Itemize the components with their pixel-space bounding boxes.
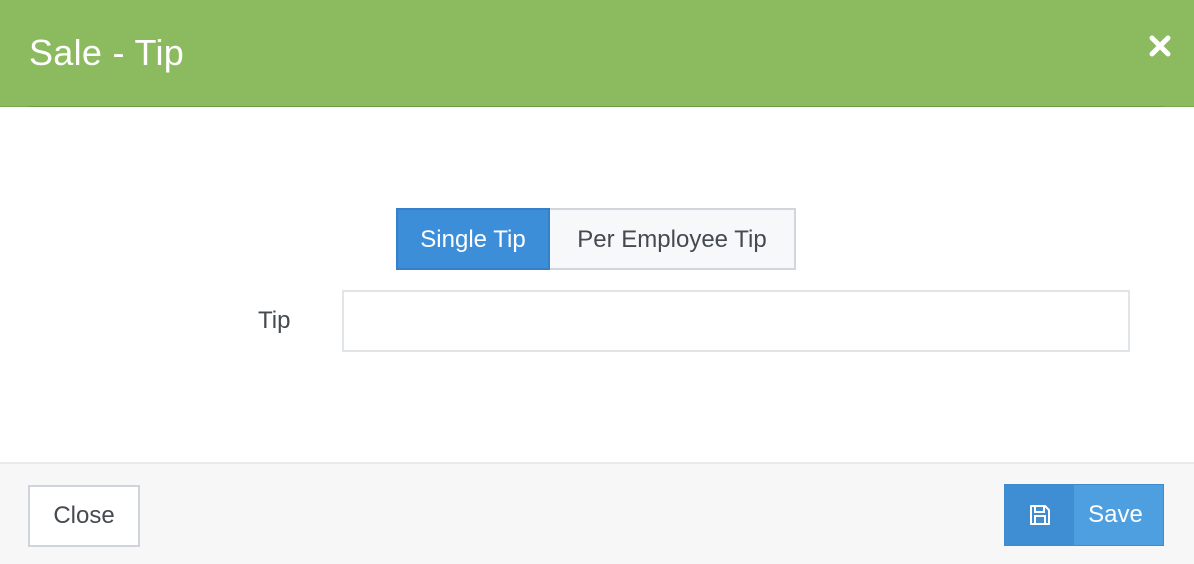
modal-title: Sale - Tip	[29, 32, 185, 73]
tip-mode-toggle: Single Tip Per Employee Tip	[396, 208, 796, 270]
single-tip-button[interactable]: Single Tip	[396, 208, 550, 270]
floppy-disk-icon	[1005, 485, 1074, 545]
sale-tip-modal: Sale - Tip Single Tip Per Employee Tip T…	[0, 0, 1194, 564]
save-button[interactable]: Save	[1004, 484, 1164, 546]
tip-label: Tip	[258, 307, 291, 334]
per-employee-tip-button[interactable]: Per Employee Tip	[550, 208, 796, 270]
header-divider	[28, 106, 1164, 107]
close-button[interactable]: Close	[28, 485, 140, 547]
modal-header: Sale - Tip	[0, 0, 1194, 107]
tip-input[interactable]	[342, 290, 1130, 352]
modal-footer: Close Save	[0, 462, 1194, 564]
modal-body: Single Tip Per Employee Tip Tip	[0, 108, 1194, 462]
close-icon[interactable]	[1148, 34, 1172, 58]
save-label: Save	[1088, 501, 1143, 528]
